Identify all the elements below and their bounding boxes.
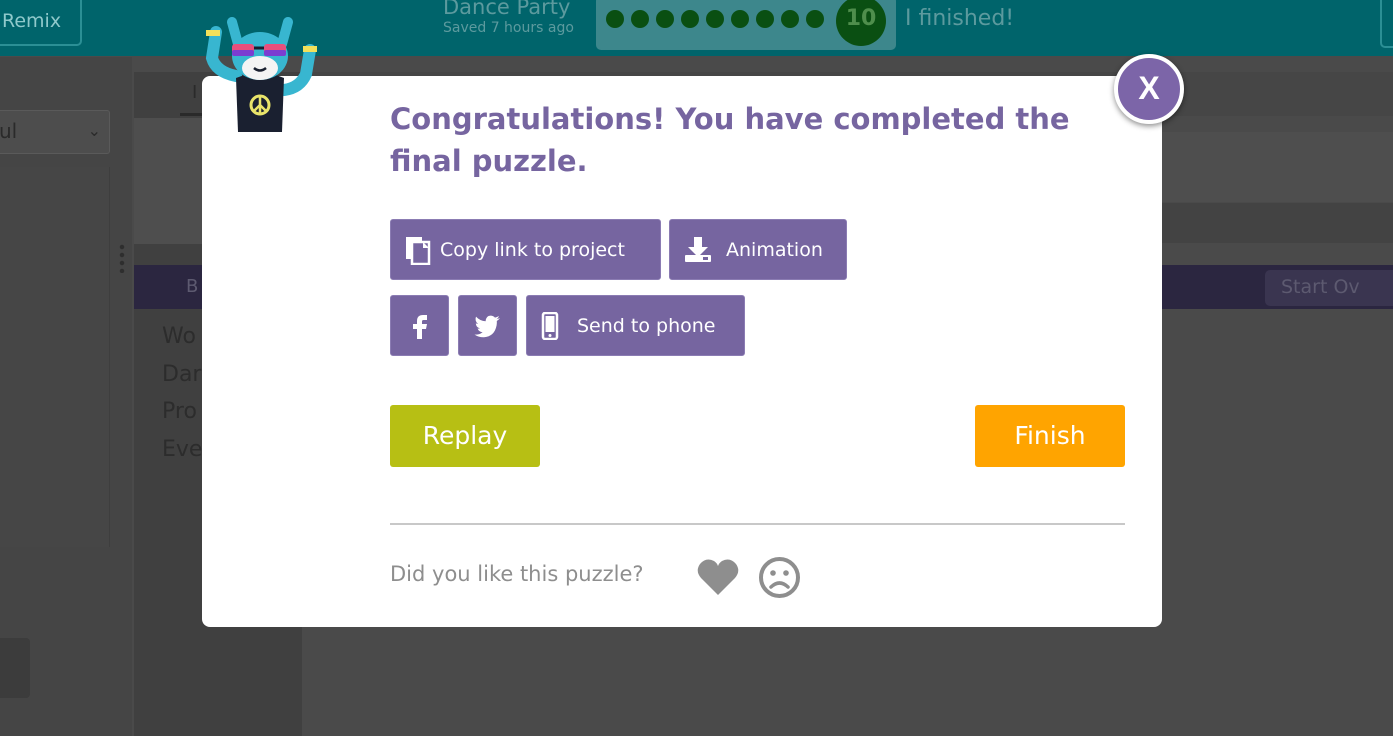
replay-button[interactable]: Replay [390,405,540,467]
completion-message: Congratulations! You have completed the … [390,102,1070,178]
remix-button[interactable]: Remix [0,0,82,46]
facebook-icon [412,314,427,339]
finish-button[interactable]: Finish [975,405,1125,467]
phone-icon [541,311,559,340]
category-item[interactable]: Wo [162,318,202,356]
left-inner-panel [0,167,110,547]
current-level[interactable]: 10 [836,0,886,46]
twitter-share-button[interactable] [458,295,517,356]
level-progress: 10 [596,0,896,50]
category-item[interactable]: Pro [162,393,202,431]
chevron-down-icon: ⌄ [87,121,101,140]
download-animation-button[interactable]: Animation [669,219,847,280]
finished-link[interactable]: I finished! [905,6,1014,31]
saved-status: Saved 7 hours ago [443,20,574,36]
level-dot[interactable] [656,10,674,28]
twitter-icon [474,315,500,337]
facebook-share-button[interactable] [390,295,449,356]
category-item[interactable]: Dar [162,356,202,394]
tab-label[interactable]: I [192,82,197,103]
resize-handle[interactable] [118,243,126,273]
project-title-block: Dance Party Saved 7 hours ago [443,0,574,36]
divider [390,523,1125,525]
category-item[interactable]: Eve [162,431,202,469]
level-dot[interactable] [731,10,749,28]
copy-icon [406,236,431,265]
blocks-header-label: B [186,276,199,297]
level-dot[interactable] [806,10,824,28]
level-dot[interactable] [781,10,799,28]
start-over-button[interactable]: Start Ov [1265,270,1393,306]
animation-label: Animation [726,238,823,261]
project-name[interactable]: Dance Party [443,0,574,20]
stage-area [1162,132,1393,202]
block-categories: Wo Dar Pro Eve [162,318,202,468]
level-dot[interactable] [706,10,724,28]
level-dot[interactable] [631,10,649,28]
cat-mascot-icon [205,17,317,132]
character-thumbnail [134,118,204,244]
copy-link-label: Copy link to project [440,238,625,261]
start-over-label: Start Ov [1281,276,1360,298]
select-dropdown[interactable]: ul ⌄ [0,110,110,154]
download-icon [685,236,711,262]
send-to-phone-button[interactable]: Send to phone [526,295,745,356]
copy-link-button[interactable]: Copy link to project [390,219,661,280]
select-value: ul [0,119,18,143]
level-dot[interactable] [681,10,699,28]
stage-area-lower [1162,203,1393,243]
send-to-phone-label: Send to phone [577,314,716,337]
level-dot[interactable] [606,10,624,28]
level-dot[interactable] [756,10,774,28]
left-tile[interactable] [0,638,30,698]
header-right-button[interactable] [1380,0,1393,48]
heart-icon[interactable] [696,557,740,597]
feedback-question: Did you like this puzzle? [390,562,644,586]
frown-icon[interactable] [758,556,801,599]
